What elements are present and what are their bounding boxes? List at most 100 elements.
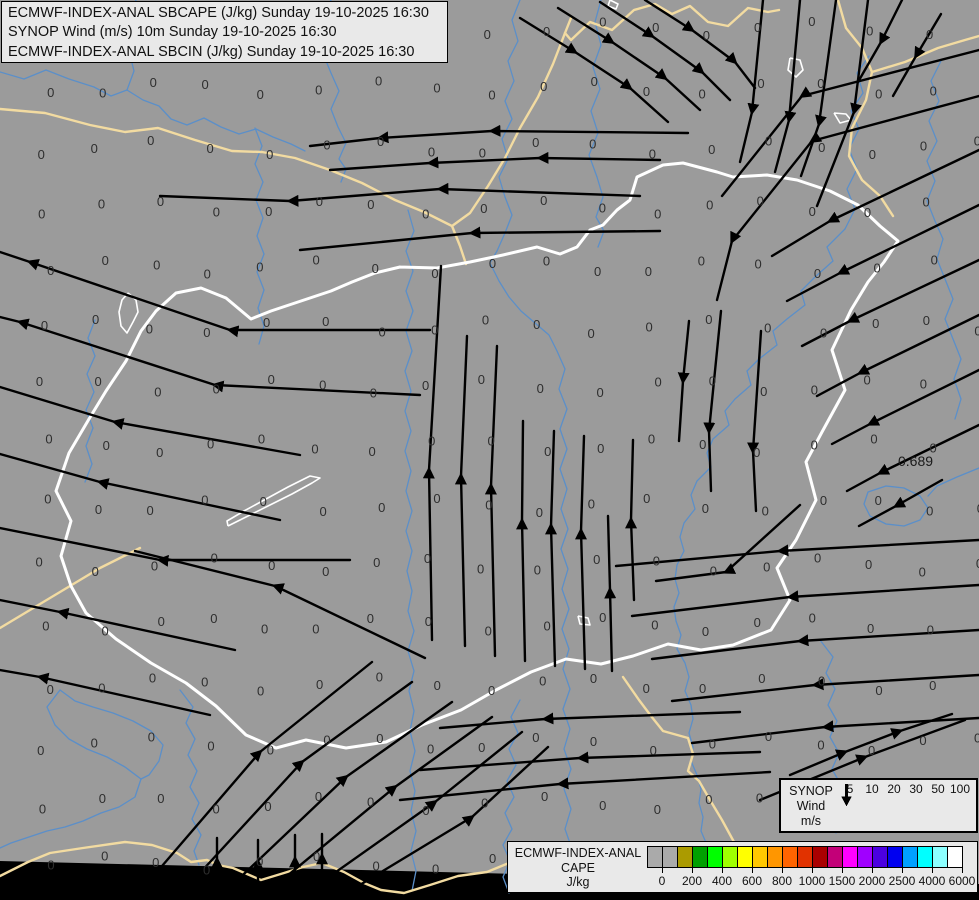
sbcin-value-label: 0 xyxy=(698,254,705,269)
sbcin-value-label: 0 xyxy=(312,252,319,267)
title-line-sbcin: ECMWF-INDEX-ANAL SBCIN (J/kg) Sunday 19-… xyxy=(8,43,415,60)
cape-color-swatch xyxy=(662,846,678,868)
sbcin-value-label: 0 xyxy=(257,684,264,699)
sbcin-value-label: 0 xyxy=(593,552,600,567)
wind-speed-label: 10 xyxy=(865,782,879,796)
sbcin-value-label: 0 xyxy=(649,147,656,162)
sbcin-value-label: 0 xyxy=(866,24,873,39)
sbcin-value-label: 0 xyxy=(705,312,712,327)
sbcin-value-label: 0 xyxy=(92,564,99,579)
sbcin-value-label: 0 xyxy=(268,558,275,573)
sbcin-value-label: 0 xyxy=(920,139,927,154)
sbcin-value-label: 0 xyxy=(378,324,385,339)
cape-tick-mark xyxy=(841,867,843,873)
sbcin-value-label: 0 xyxy=(479,145,486,160)
title-line-wind: SYNOP Wind (m/s) 10m Sunday 19-10-2025 1… xyxy=(8,24,337,41)
sbcin-value-label: 0 xyxy=(425,614,432,629)
sbcin-value-label: 0 xyxy=(930,84,937,99)
sbcin-value-label: 0 xyxy=(432,861,439,876)
sbcin-value-label: 0 xyxy=(203,325,210,340)
sbcin-value-label: 0 xyxy=(431,266,438,281)
sbcin-value-label: 0 xyxy=(653,554,660,569)
sbcin-value-label: 0 xyxy=(760,384,767,399)
cape-legend: ECMWF-INDEX-ANAL CAPE J/kg 0 200 400 600 800… xyxy=(507,841,978,893)
sbcin-value-label: 0 xyxy=(699,681,706,696)
sbcin-value-label: 0 xyxy=(537,381,544,396)
cape-tick-mark xyxy=(931,867,933,873)
wind-legend-unit: m/s xyxy=(800,814,822,828)
sbcin-value-label: 0 xyxy=(599,201,606,216)
sbcin-value-label: 0 xyxy=(814,551,821,566)
cape-tick-mark xyxy=(811,867,813,873)
sbcin-value-label: 0 xyxy=(652,20,659,35)
sbcin-value-label: 0 xyxy=(872,316,879,331)
sbcin-value-label: 0 xyxy=(422,803,429,818)
sbcin-value-label: 0 xyxy=(809,204,816,219)
sbcin-value-label: 0 xyxy=(974,134,979,149)
sbcin-value-label: 0 xyxy=(643,491,650,506)
sbcin-value-label: 0 xyxy=(544,444,551,459)
sbcin-value-label: 0 xyxy=(817,738,824,753)
sbcin-value-label: 0 xyxy=(765,133,772,148)
wind-legend-variable: Wind xyxy=(796,799,826,813)
cape-color-swatch xyxy=(812,846,828,868)
sbcin-value-label: 0 xyxy=(213,205,220,220)
sbcin-value-label: 0 xyxy=(597,441,604,456)
sbcin-value-label: 0 xyxy=(645,264,652,279)
cape-color-swatch xyxy=(902,846,918,868)
wind-speed-label: 30 xyxy=(909,782,923,796)
sbcin-value-label: 0 xyxy=(207,739,214,754)
sbcin-value-label: 0 xyxy=(703,28,710,43)
sbcin-value-label: 0 xyxy=(596,385,603,400)
sbcin-value-label: 0 xyxy=(875,683,882,698)
sbcin-value-label: 0 xyxy=(541,789,548,804)
cape-legend-label: ECMWF-INDEX-ANAL CAPE J/kg xyxy=(512,846,644,890)
sbcin-value-label: 0 xyxy=(36,374,43,389)
cape-color-swatch xyxy=(767,846,783,868)
sbcin-value-label: 0 xyxy=(757,76,764,91)
sbcin-value-label: 0 xyxy=(372,858,379,873)
sbcin-value-label: 0 xyxy=(863,372,870,387)
sbcin-value-label: 0 xyxy=(923,313,930,328)
sbcin-value-label: 0 xyxy=(808,14,815,29)
sbcin-value-label: 0 xyxy=(599,798,606,813)
sbcin-value-label: 0 xyxy=(588,496,595,511)
sbcin-value-label: 0 xyxy=(428,144,435,159)
sbcin-value-label: 0 xyxy=(540,193,547,208)
wind-speed-item: 50 xyxy=(841,782,949,806)
sbcin-value-label: 0 xyxy=(313,849,320,864)
cape-legend-unit: J/kg xyxy=(566,875,590,889)
sbcin-value-label: 0 xyxy=(311,442,318,457)
sbcin-value-label: 0 xyxy=(47,263,54,278)
sbcin-value-label: 0 xyxy=(44,492,51,507)
sbcin-value-label: 0 xyxy=(95,502,102,517)
cape-color-swatch xyxy=(722,846,738,868)
wind-speed-item: 30 xyxy=(841,782,927,806)
sbcin-value-label: 0 xyxy=(643,681,650,696)
sbcin-value-label: 0 xyxy=(651,618,658,633)
sbcin-value-label: 0 xyxy=(919,564,926,579)
cape-tick-mark xyxy=(691,867,693,873)
sbcin-value-label: 0 xyxy=(261,622,268,637)
sbcin-value-label: 0 xyxy=(154,385,161,400)
sbcin-value-label: 0 xyxy=(312,622,319,637)
sbcin-value-label: 0 xyxy=(315,83,322,98)
sbcin-value-label: 0 xyxy=(758,671,765,686)
sbcin-value-label: 0 xyxy=(763,560,770,575)
sbcin-value-label: 0 xyxy=(367,794,374,809)
sbcin-value-label: 0 xyxy=(543,24,550,39)
sbcin-value-label: 0 xyxy=(422,207,429,222)
cape-color-swatch xyxy=(782,846,798,868)
sbcin-value-label: 0 xyxy=(867,621,874,636)
sbcin-value-label: 0 xyxy=(532,135,539,150)
weather-map-page: 0 0 0 0 0 0 0 0 0 0 0 0 0 0 0 0 0 0 0 0 0 0 0 0 0 0 0 0 0 0 0 0 0 0 0 0 0 0 0 0… xyxy=(0,0,979,900)
sbcin-value-label: 0 xyxy=(153,257,160,272)
sbcin-value-label: 0 xyxy=(926,27,933,42)
wind-speed-label: 50 xyxy=(931,782,945,796)
sbcin-value-label: 0 xyxy=(99,86,106,101)
sbcin-value-label: 0 xyxy=(256,260,263,275)
sbcin-value-label: 0 xyxy=(98,196,105,211)
sbcin-value-label: 0 xyxy=(974,730,979,745)
sbcin-value-label: 0 xyxy=(203,862,210,877)
sbcin-value-label: 0 xyxy=(424,551,431,566)
